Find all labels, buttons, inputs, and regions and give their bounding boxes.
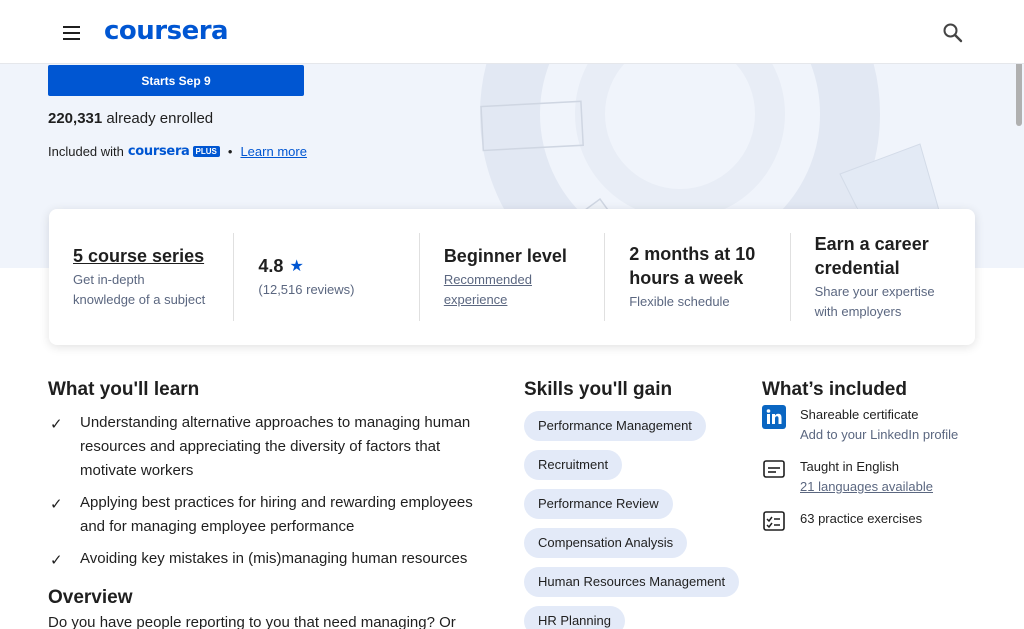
enroll-button[interactable]: Starts Sep 9	[48, 65, 304, 96]
included-heading: What’s included	[762, 379, 907, 400]
overview-heading: Overview	[48, 587, 133, 608]
included-with-plus: Included with coursera PLUS • Learn more	[48, 144, 307, 159]
checkmark-icon: ✓	[50, 496, 63, 513]
recommended-experience-link[interactable]: Recommended experience	[444, 270, 580, 310]
skill-pill[interactable]: HR Planning	[524, 606, 625, 629]
series-title[interactable]: 5 course series	[73, 244, 209, 268]
schedule-subtitle: Flexible schedule	[629, 294, 730, 309]
credential-subtitle: Share your expertise with employers	[814, 284, 935, 319]
info-schedule: 2 months at 10 hours a week Flexible sch…	[605, 233, 791, 321]
learn-item-text: Applying best practices for hiring and r…	[80, 494, 473, 535]
included-exercises: 63 practice exercises	[762, 509, 982, 533]
enrolled-label: already enrolled	[106, 110, 214, 127]
learn-list: ✓ Understanding alternative approaches t…	[48, 411, 500, 579]
level-title: Beginner level	[443, 246, 567, 266]
learn-item[interactable]: ✓ Applying best practices for hiring and…	[48, 491, 500, 539]
learn-more-link[interactable]: Learn more	[240, 144, 306, 159]
learn-item[interactable]: ✓ Avoiding key mistakes in (mis)managing…	[48, 547, 500, 571]
language-title: Taught in English	[800, 459, 900, 474]
rating-reviews: (12,516 reviews)	[258, 282, 355, 297]
credential-title: Earn a career credential	[814, 234, 929, 278]
caption-icon	[762, 457, 786, 481]
languages-available-link[interactable]: 21 languages available	[800, 477, 933, 497]
course-info-card: 5 course series Get in-depth knowledge o…	[49, 209, 975, 345]
exercises-title: 63 practice exercises	[800, 511, 923, 526]
info-series: 5 course series Get in-depth knowledge o…	[49, 233, 235, 321]
learn-heading: What you'll learn	[48, 379, 200, 400]
skills-list: Performance Management Recruitment Perfo…	[524, 411, 744, 629]
coursera-logo[interactable]: coursera	[104, 16, 229, 46]
top-header: coursera	[0, 0, 1024, 64]
rating-value: 4.8	[258, 256, 284, 276]
certificate-subtitle: Add to your LinkedIn profile	[800, 427, 959, 442]
checkmark-icon: ✓	[50, 552, 63, 569]
included-list: Shareable certificate Add to your Linked…	[762, 405, 982, 545]
series-subtitle: Get in-depth knowledge of a subject	[73, 272, 206, 307]
separator: •	[227, 144, 233, 159]
included-certificate: Shareable certificate Add to your Linked…	[762, 405, 982, 445]
certificate-title: Shareable certificate	[800, 407, 919, 422]
info-credential: Earn a career credential Share your expe…	[791, 233, 975, 321]
page-scrollbar[interactable]	[1016, 60, 1022, 126]
hamburger-menu-icon[interactable]	[58, 22, 84, 44]
info-level: Beginner level Recommended experience	[420, 233, 606, 321]
linkedin-icon	[762, 405, 786, 429]
coursera-plus-logo: coursera	[127, 144, 190, 159]
info-rating: 4.8 ★ (12,516 reviews)	[234, 233, 420, 321]
learn-item-text: Understanding alternative approaches to …	[80, 414, 471, 479]
plus-badge: PLUS	[192, 146, 220, 157]
checkmark-icon: ✓	[50, 416, 63, 433]
overview-text: Do you have people reporting to you that…	[48, 614, 456, 629]
skill-pill[interactable]: Performance Management	[524, 411, 706, 441]
enrolled-number: 220,331	[48, 110, 103, 127]
checklist-icon	[762, 509, 786, 533]
star-icon: ★	[289, 258, 304, 275]
rating-row: 4.8 ★	[258, 254, 394, 278]
skill-pill[interactable]: Performance Review	[524, 489, 673, 519]
schedule-title: 2 months at 10 hours a week	[629, 244, 756, 288]
skill-pill[interactable]: Recruitment	[524, 450, 623, 480]
skills-heading: Skills you'll gain	[524, 379, 673, 400]
included-prefix: Included with	[48, 144, 124, 159]
learn-item[interactable]: ✓ Understanding alternative approaches t…	[48, 411, 500, 483]
included-language: Taught in English 21 languages available	[762, 457, 982, 497]
skill-pill[interactable]: Compensation Analysis	[524, 528, 688, 558]
skill-pill[interactable]: Human Resources Management	[524, 567, 740, 597]
enrolled-count: 220,331 already enrolled	[48, 110, 213, 127]
learn-item-text: Avoiding key mistakes in (mis)managing h…	[80, 550, 468, 567]
search-icon[interactable]	[940, 20, 966, 46]
